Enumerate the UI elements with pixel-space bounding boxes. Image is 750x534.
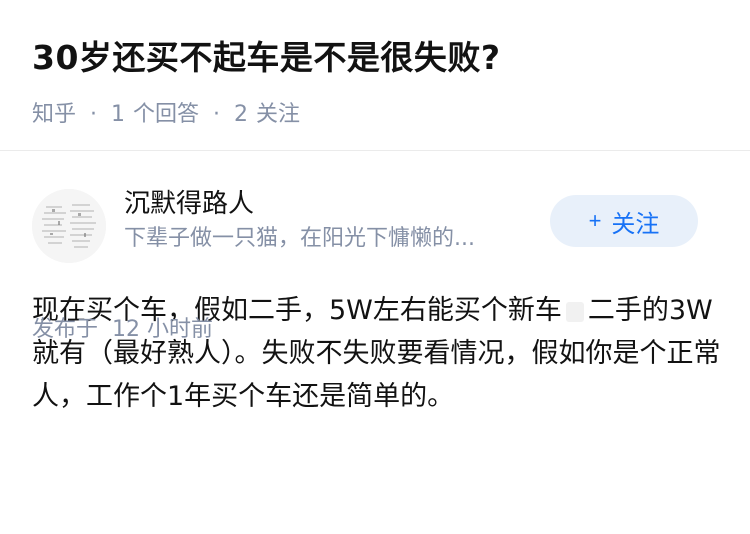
source-label[interactable]: 知乎 (32, 100, 76, 130)
question-title[interactable]: 30岁还买不起车是不是很失败? (32, 32, 718, 84)
follow-button[interactable]: + 关注 (550, 195, 698, 247)
author-bio: 下辈子做一只猫，在阳光下慵懒的... (124, 226, 475, 251)
question-meta: 知乎 · 1 个回答 · 2 关注 (32, 100, 718, 130)
publish-time-value: 12 小时前 (112, 317, 214, 342)
publish-label: 发布于 (32, 317, 99, 342)
question-header: 30岁还买不起车是不是很失败? 知乎 · 1 个回答 · 2 关注 (0, 0, 750, 150)
answer-count: 1 (111, 102, 126, 127)
author-name[interactable]: 沉默得路人 (124, 185, 544, 223)
follow-count: 2 (234, 102, 249, 127)
avatar-image (32, 189, 106, 263)
answer-count-label: 个回答 (133, 102, 200, 127)
answer-content[interactable]: 现在买个车，假如二手，5W左右能买个新车 二手的3W就有（最好熟人）。失败不失败要… (32, 289, 722, 418)
author-row: 沉默得路人 下辈子做一只猫，在阳光下慵懒的... + 关注 (32, 151, 718, 271)
follow-button-label: 关注 (611, 210, 660, 238)
follow-count-label: 关注 (256, 102, 301, 127)
answer-count-link[interactable]: 1 个回答 (111, 100, 199, 130)
obscured-mark (565, 301, 584, 322)
follow-count-link[interactable]: 2 关注 (234, 100, 300, 130)
plus-icon: + (588, 208, 602, 233)
meta-separator: · (90, 102, 98, 127)
meta-separator: · (213, 102, 221, 127)
avatar[interactable] (32, 189, 106, 263)
author-info: 沉默得路人 下辈子做一只猫，在阳光下慵懒的... (124, 185, 544, 255)
publish-time: 发布于 12 小时前 (32, 314, 213, 346)
zhihu-question-page: 30岁还买不起车是不是很失败? 知乎 · 1 个回答 · 2 关注 沉默得路人 … (0, 0, 750, 534)
